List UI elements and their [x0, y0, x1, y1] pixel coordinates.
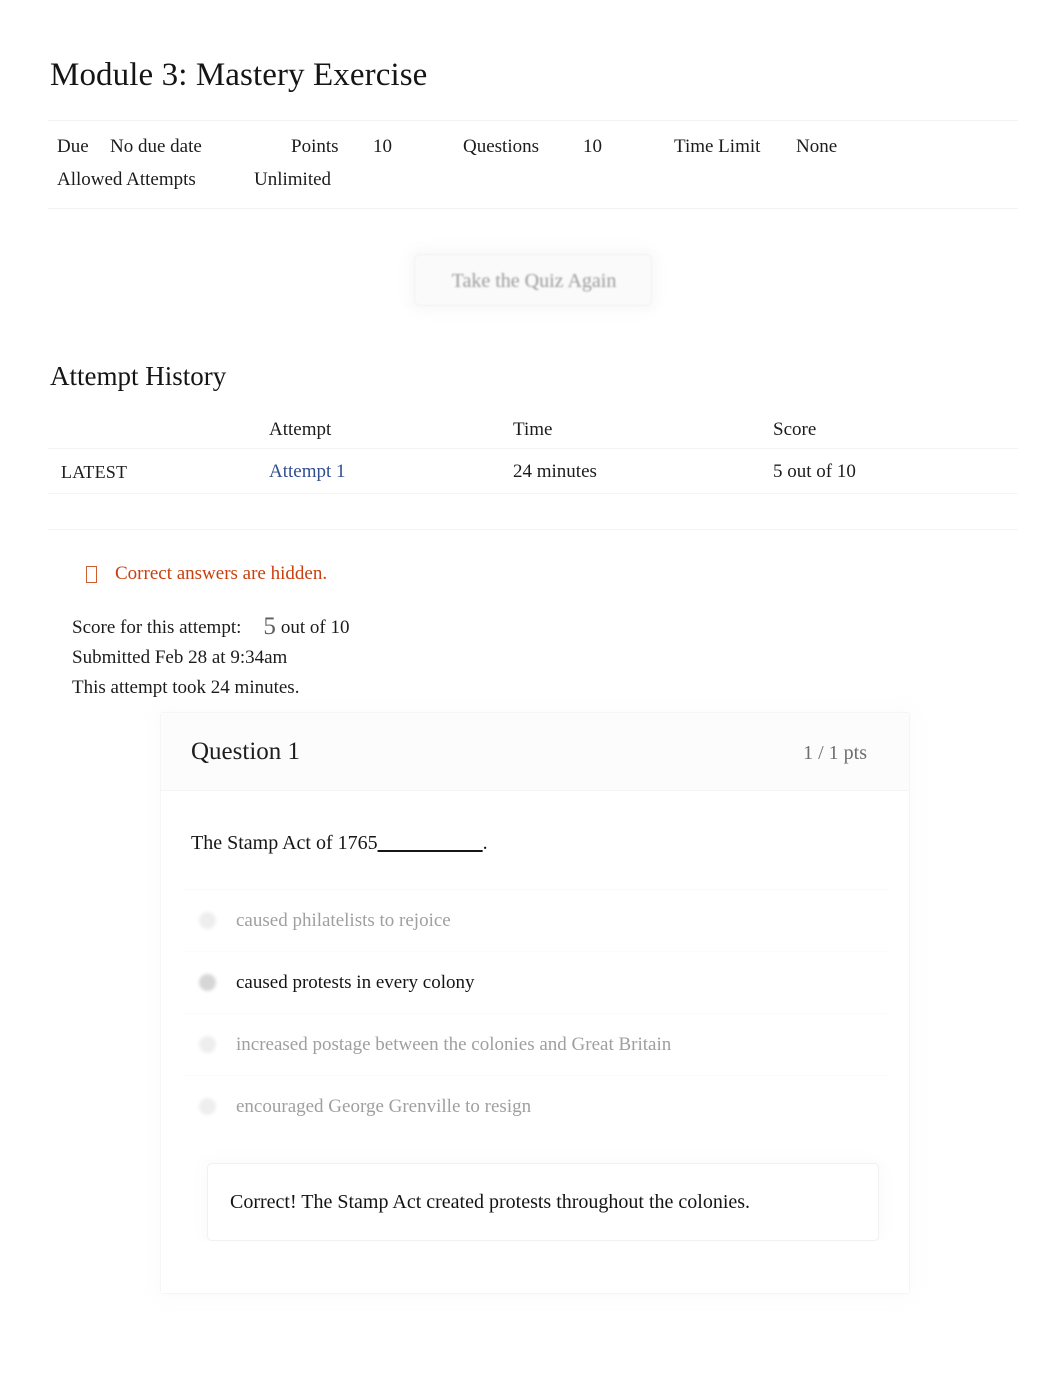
- question-block: Question 1 1 / 1 pts The Stamp Act of 17…: [160, 712, 910, 1294]
- row-kept-badge: LATEST: [61, 462, 128, 482]
- score-for-attempt-line: Score for this attempt: 5 out of 10: [72, 608, 350, 643]
- radio-button-icon[interactable]: [199, 912, 216, 929]
- answer-feedback-text: Correct! The Stamp Act created protests …: [230, 1191, 751, 1213]
- question-blank: __________: [377, 832, 483, 854]
- table-header-row: Attempt Time Score: [48, 412, 1018, 448]
- hidden-answers-notice: Correct answers are hidden.: [86, 560, 327, 588]
- question-header: Question 1 1 / 1 pts: [161, 713, 909, 791]
- column-header-time: Time: [513, 419, 553, 440]
- question-body: The Stamp Act of 1765__________. caused …: [161, 791, 909, 1293]
- answer-list: caused philatelists to rejoice caused pr…: [161, 889, 909, 1137]
- retake-quiz-button-label: Take the Quiz Again: [451, 270, 617, 292]
- points-value: 10: [373, 136, 392, 157]
- score-value: 5: [263, 613, 276, 640]
- points-label: Points: [291, 136, 339, 157]
- retake-quiz-button[interactable]: Take the Quiz Again: [414, 254, 652, 306]
- radio-button-icon[interactable]: [199, 1098, 216, 1115]
- question-points: 1 / 1 pts: [803, 742, 867, 764]
- quiz-meta-row-1: Due No due date Points 10 Questions 10 T…: [48, 130, 1018, 163]
- table-row: LATEST Attempt 1 24 minutes 5 out of 10: [48, 448, 1018, 494]
- answer-option[interactable]: increased postage between the colonies a…: [183, 1013, 887, 1075]
- score-label: Score for this attempt:: [72, 617, 242, 638]
- allowed-attempts-label: Allowed Attempts: [57, 169, 196, 190]
- time-limit-label: Time Limit: [674, 136, 761, 157]
- attempt-link[interactable]: Attempt 1: [269, 449, 346, 495]
- allowed-attempts-value: Unlimited: [254, 169, 332, 190]
- answer-feedback-box: Correct! The Stamp Act created protests …: [207, 1163, 879, 1241]
- question-text-suffix: .: [482, 832, 488, 854]
- question-footer-spacer: [161, 1241, 909, 1293]
- quiz-results-page: Module 3: Mastery Exercise Due No due da…: [0, 0, 1062, 1377]
- score-suffix: out of 10: [280, 617, 350, 638]
- quiz-meta-strip: Due No due date Points 10 Questions 10 T…: [48, 120, 1018, 209]
- attempt-summary: Score for this attempt: 5 out of 10 Submit…: [72, 608, 350, 703]
- attempt-history-table: Attempt Time Score LATEST Attempt 1 24 m…: [48, 412, 1018, 530]
- questions-label: Questions: [463, 136, 539, 157]
- answer-label: encouraged George Grenville to resign: [236, 1095, 532, 1117]
- warning-box-icon: [86, 565, 97, 583]
- question-name: Question 1: [191, 738, 301, 765]
- column-header-attempt: Attempt: [269, 419, 332, 440]
- answer-option-selected[interactable]: caused protests in every colony: [183, 951, 887, 1013]
- due-value: No due date: [110, 136, 202, 157]
- attempt-duration: This attempt took 24 minutes.: [72, 677, 300, 698]
- answer-option[interactable]: caused philatelists to rejoice: [183, 889, 887, 951]
- hidden-answers-notice-text: Correct answers are hidden.: [115, 563, 328, 584]
- answer-label: caused protests in every colony: [236, 971, 475, 993]
- questions-value: 10: [583, 136, 602, 157]
- answer-label: caused philatelists to rejoice: [236, 909, 451, 931]
- due-label: Due: [57, 136, 89, 157]
- time-limit-value: None: [796, 136, 838, 157]
- row-score: 5 out of 10: [773, 461, 856, 482]
- radio-button-icon[interactable]: [199, 1036, 216, 1053]
- answer-option[interactable]: encouraged George Grenville to resign: [183, 1075, 887, 1137]
- answer-label: increased postage between the colonies a…: [236, 1033, 672, 1055]
- question-text-prefix: The Stamp Act of 1765: [191, 832, 378, 854]
- radio-button-icon[interactable]: [199, 974, 216, 991]
- retake-quiz-button-wrap: Take the Quiz Again: [406, 248, 660, 314]
- column-header-score: Score: [773, 419, 817, 440]
- question-text: The Stamp Act of 1765__________.: [161, 791, 909, 859]
- quiz-meta-row-2: Allowed Attempts Unlimited: [48, 163, 1018, 196]
- page-title: Module 3: Mastery Exercise: [50, 57, 428, 93]
- table-footer-spacer: [48, 494, 1018, 530]
- row-time: 24 minutes: [513, 461, 597, 482]
- attempt-history-heading: Attempt History: [50, 361, 227, 391]
- submitted-timestamp: Submitted Feb 28 at 9:34am: [72, 647, 288, 668]
